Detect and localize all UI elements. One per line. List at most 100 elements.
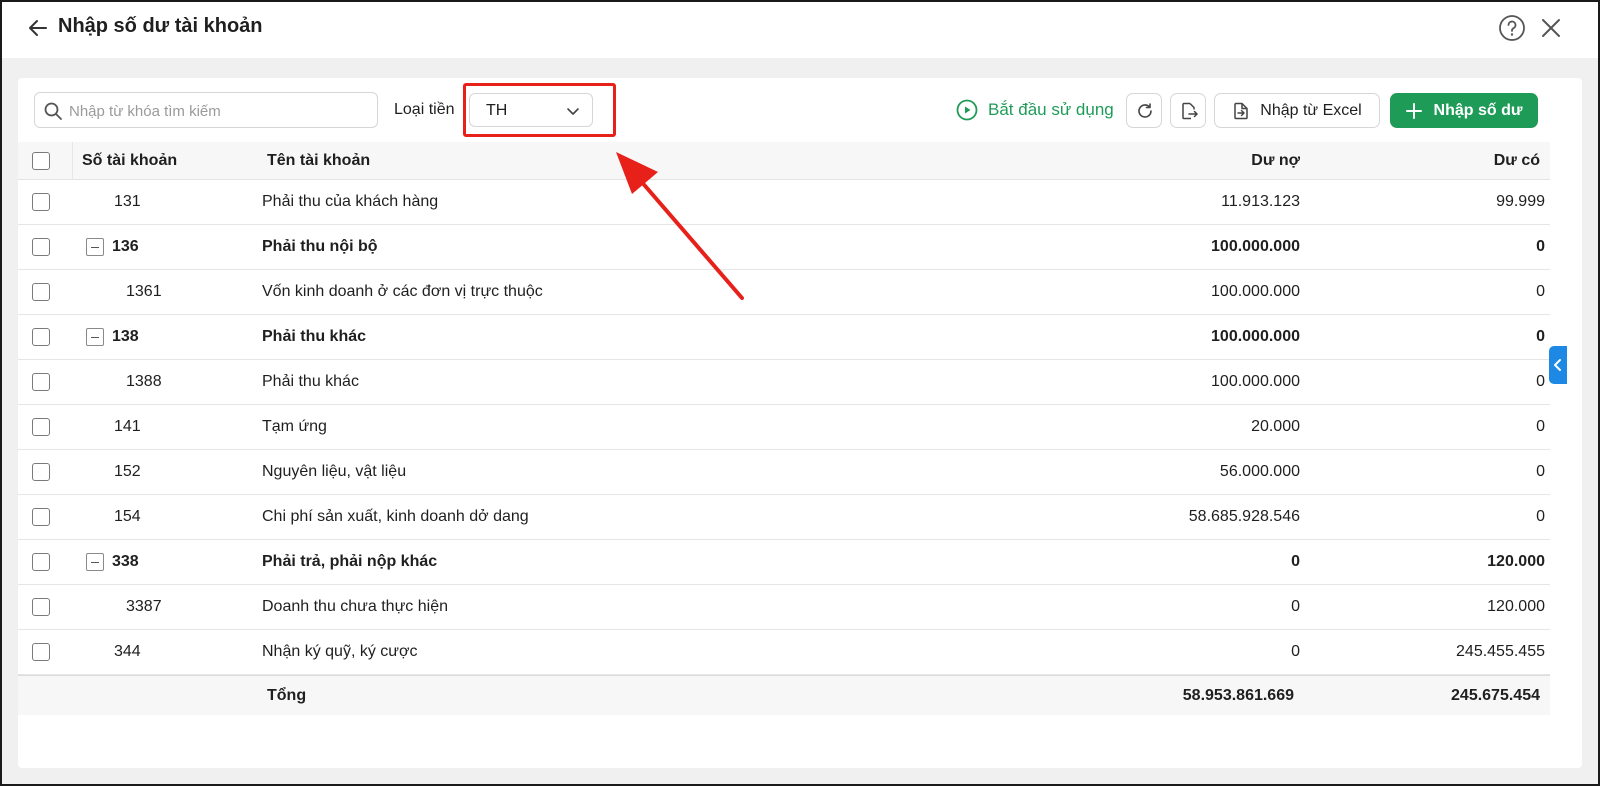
select-all-checkbox[interactable] bbox=[32, 152, 50, 170]
table-row[interactable]: 141 Tạm ứng 20.000 0 bbox=[18, 405, 1550, 450]
row-checkbox[interactable] bbox=[32, 643, 50, 661]
collapse-minus-icon[interactable] bbox=[86, 553, 104, 571]
annotation-highlight-box bbox=[463, 83, 616, 137]
credit-cell: 99.999 bbox=[1496, 193, 1545, 210]
column-header-account-name[interactable]: Tên tài khoản bbox=[267, 152, 370, 170]
row-checkbox[interactable] bbox=[32, 283, 50, 301]
row-checkbox[interactable] bbox=[32, 463, 50, 481]
column-header-debit[interactable]: Dư nợ bbox=[1251, 152, 1300, 170]
currency-label: Loại tiền bbox=[394, 101, 455, 118]
credit-cell: 0 bbox=[1536, 508, 1545, 525]
export-file-icon bbox=[1182, 102, 1198, 120]
column-header-credit[interactable]: Dư có bbox=[1494, 152, 1540, 170]
refresh-icon bbox=[1138, 103, 1152, 118]
account-name-cell: Phải thu khác bbox=[262, 373, 359, 390]
account-name-cell: Nhận ký quỹ, ký cược bbox=[262, 643, 418, 660]
account-balance-table: Số tài khoản Tên tài khoản Dư nợ Dư có 1… bbox=[18, 142, 1550, 715]
account-number-cell: 131 bbox=[114, 193, 141, 210]
table-row[interactable]: 338 Phải trả, phải nộp khác 0 120.000 bbox=[18, 540, 1550, 585]
account-number-cell: 3387 bbox=[126, 598, 162, 615]
account-number-cell: 1388 bbox=[126, 373, 162, 390]
total-credit: 245.675.454 bbox=[1451, 687, 1540, 704]
debit-cell: 20.000 bbox=[1251, 418, 1300, 435]
debit-cell: 100.000.000 bbox=[1211, 238, 1300, 255]
account-name-cell: Phải thu nội bộ bbox=[262, 238, 378, 255]
account-name-cell: Phải thu của khách hàng bbox=[262, 193, 439, 210]
debit-cell: 11.913.123 bbox=[1221, 193, 1300, 210]
dialog-frame: Nhập số dư tài khoản Loại tiền TH bbox=[0, 0, 1600, 786]
table-row[interactable]: 131 Phải thu của khách hàng 11.913.123 99.9… bbox=[18, 180, 1550, 225]
search-box[interactable] bbox=[34, 92, 378, 128]
table-row[interactable]: 152 Nguyên liệu, vật liệu 56.000.000 0 bbox=[18, 450, 1550, 495]
import-excel-label: Nhập từ Excel bbox=[1260, 101, 1362, 119]
close-icon[interactable] bbox=[1538, 15, 1564, 41]
chevron-left-icon bbox=[1554, 359, 1561, 371]
table-row[interactable]: 138 Phải thu khác 100.000.000 0 bbox=[18, 315, 1550, 360]
account-number-cell: 344 bbox=[114, 643, 141, 660]
collapse-minus-icon[interactable] bbox=[86, 238, 104, 256]
row-checkbox[interactable] bbox=[32, 598, 50, 616]
refresh-button[interactable] bbox=[1126, 93, 1162, 128]
account-name-cell: Doanh thu chưa thực hiện bbox=[262, 598, 448, 615]
column-divider bbox=[72, 142, 73, 180]
debit-cell: 100.000.000 bbox=[1211, 283, 1300, 300]
debit-cell: 100.000.000 bbox=[1211, 328, 1300, 345]
side-panel-toggle[interactable] bbox=[1549, 346, 1567, 384]
table-total-row: Tổng 58.953.861.669 245.675.454 bbox=[18, 675, 1550, 715]
arrow-left-icon[interactable] bbox=[26, 16, 50, 40]
account-number-cell: 141 bbox=[114, 418, 141, 435]
credit-cell: 120.000 bbox=[1487, 598, 1545, 615]
row-checkbox[interactable] bbox=[32, 418, 50, 436]
table-row[interactable]: 1361 Vốn kinh doanh ở các đơn vị trực thu… bbox=[18, 270, 1550, 315]
search-icon bbox=[44, 102, 62, 120]
table-header: Số tài khoản Tên tài khoản Dư nợ Dư có bbox=[18, 142, 1550, 180]
import-excel-button[interactable]: Nhập từ Excel bbox=[1214, 93, 1380, 128]
debit-cell: 0 bbox=[1291, 553, 1300, 570]
credit-cell: 0 bbox=[1536, 283, 1545, 300]
credit-cell: 120.000 bbox=[1487, 553, 1545, 570]
table-body: 131 Phải thu của khách hàng 11.913.123 99.9… bbox=[18, 180, 1550, 675]
row-checkbox[interactable] bbox=[32, 328, 50, 346]
debit-cell: 100.000.000 bbox=[1211, 373, 1300, 390]
debit-cell: 0 bbox=[1291, 598, 1300, 615]
start-using-label: Bắt đầu sử dụng bbox=[988, 100, 1114, 119]
row-checkbox[interactable] bbox=[32, 553, 50, 571]
column-header-account-no[interactable]: Số tài khoản bbox=[82, 152, 177, 170]
table-row[interactable]: 3387 Doanh thu chưa thực hiện 0 120.000 bbox=[18, 585, 1550, 630]
collapse-minus-icon[interactable] bbox=[86, 328, 104, 346]
table-row[interactable]: 1388 Phải thu khác 100.000.000 0 bbox=[18, 360, 1550, 405]
row-checkbox[interactable] bbox=[32, 238, 50, 256]
account-name-cell: Nguyên liệu, vật liệu bbox=[262, 463, 407, 480]
account-name-cell: Tạm ứng bbox=[262, 418, 327, 435]
row-checkbox[interactable] bbox=[32, 508, 50, 526]
credit-cell: 245.455.455 bbox=[1456, 643, 1545, 660]
page-title: Nhập số dư tài khoản bbox=[58, 15, 263, 37]
account-number-cell: 138 bbox=[112, 328, 139, 345]
credit-cell: 0 bbox=[1536, 238, 1545, 255]
help-circle-icon[interactable] bbox=[1498, 14, 1526, 42]
row-checkbox[interactable] bbox=[32, 373, 50, 391]
debit-cell: 58.685.928.546 bbox=[1188, 508, 1300, 525]
content-panel: Loại tiền TH Bắt đầu sử dụng bbox=[18, 78, 1582, 768]
dialog-header: Nhập số dư tài khoản bbox=[2, 2, 1598, 58]
table-row[interactable]: 154 Chi phí sản xuất, kinh doanh dở dang 5… bbox=[18, 495, 1550, 540]
table-row[interactable]: 136 Phải thu nội bộ 100.000.000 0 bbox=[18, 225, 1550, 270]
search-input[interactable] bbox=[69, 99, 369, 123]
account-number-cell: 152 bbox=[114, 463, 141, 480]
table-row[interactable]: 344 Nhận ký quỹ, ký cược 0 245.455.455 bbox=[18, 630, 1550, 675]
row-checkbox[interactable] bbox=[32, 193, 50, 211]
debit-cell: 56.000.000 bbox=[1219, 463, 1300, 480]
add-balance-label: Nhập số dư bbox=[1433, 101, 1523, 119]
add-balance-button[interactable]: Nhập số dư bbox=[1390, 93, 1538, 128]
account-name-cell: Phải thu khác bbox=[262, 328, 367, 345]
account-name-cell: Chi phí sản xuất, kinh doanh dở dang bbox=[262, 508, 529, 525]
start-using-button[interactable]: Bắt đầu sử dụng bbox=[956, 96, 1114, 124]
account-number-cell: 1361 bbox=[126, 283, 162, 300]
total-debit: 58.953.861.669 bbox=[1182, 687, 1294, 704]
account-number-cell: 136 bbox=[112, 238, 139, 255]
account-name-cell: Phải trả, phải nộp khác bbox=[262, 553, 438, 570]
account-number-cell: 154 bbox=[114, 508, 141, 525]
import-file-icon bbox=[1234, 102, 1249, 119]
total-label: Tổng bbox=[267, 687, 307, 704]
export-button[interactable] bbox=[1170, 93, 1206, 128]
